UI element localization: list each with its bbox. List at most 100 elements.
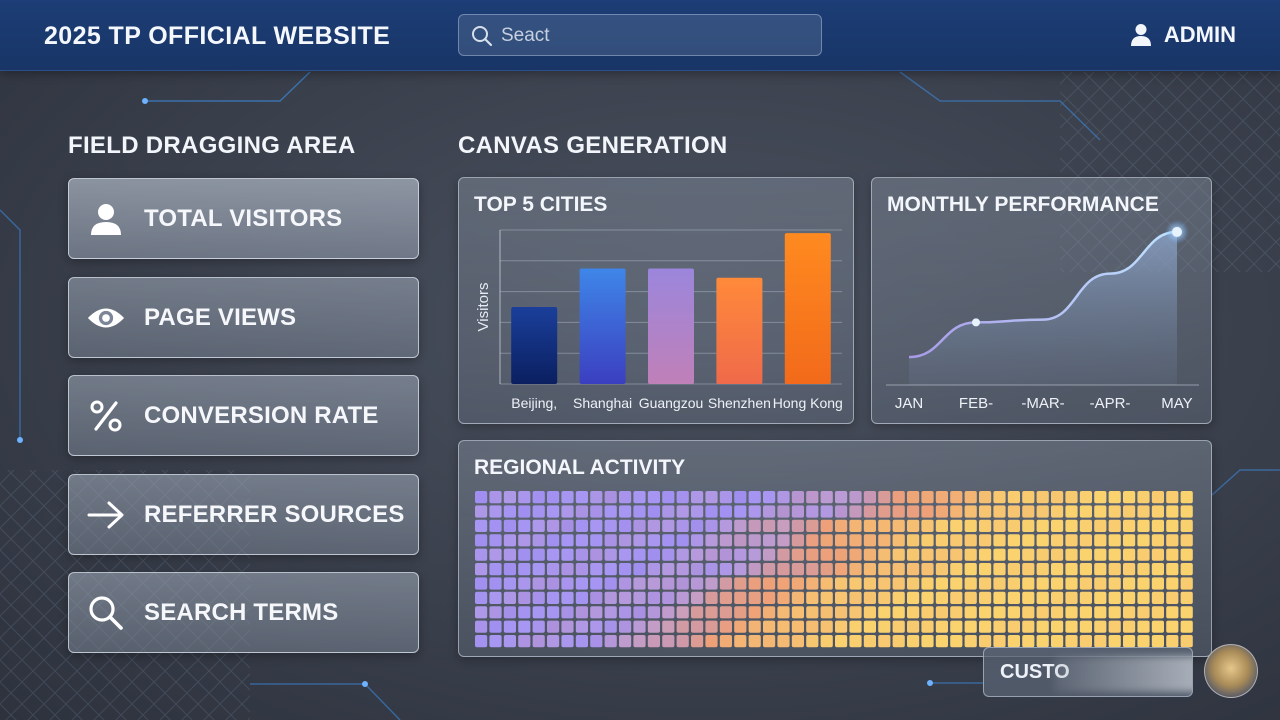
field-card-search-terms[interactable]: SEARCH TERMS <box>68 572 419 653</box>
heatmap-cell <box>820 635 833 648</box>
field-card-total-visitors[interactable]: TOTAL VISITORS <box>68 178 419 259</box>
heatmap-cell <box>734 519 747 532</box>
custom-button[interactable]: CUSTO <box>983 647 1193 697</box>
heatmap-cell <box>820 620 833 633</box>
heatmap-cell <box>1151 491 1164 504</box>
heatmap-cell <box>547 548 560 561</box>
heatmap-cell <box>547 620 560 633</box>
heatmap-cell <box>719 505 732 518</box>
heatmap-cell <box>590 577 603 590</box>
heatmap-cell <box>503 548 516 561</box>
heatmap-cell <box>547 534 560 547</box>
heatmap-cell <box>863 591 876 604</box>
heatmap-cell <box>575 606 588 619</box>
heatmap-cell <box>921 534 934 547</box>
field-card-page-views[interactable]: PAGE VIEWS <box>68 277 419 358</box>
heatmap-cell <box>633 620 646 633</box>
search-input[interactable] <box>501 23 801 49</box>
heatmap-cell <box>662 534 675 547</box>
heatmap-cell <box>619 620 632 633</box>
heatmap-cell <box>993 620 1006 633</box>
heatmap-cell <box>964 635 977 648</box>
top-cities-chart-panel[interactable]: TOP 5 CITIES Visitors Beijing, Shanghai Gua… <box>458 177 854 424</box>
heatmap-cell <box>1022 563 1035 576</box>
heatmap-cell <box>835 534 848 547</box>
heatmap-cell <box>1051 491 1064 504</box>
heatmap-cell <box>1166 591 1179 604</box>
monthly-performance-chart-panel[interactable]: MONTHLY PERFORMANCE JAN FEB- -MAR- -APR- MAY <box>871 177 1212 424</box>
heatmap-cell <box>503 606 516 619</box>
arrow-right-icon <box>86 495 126 535</box>
bar-shanghai[interactable] <box>579 268 626 385</box>
heatmap-cell <box>935 606 948 619</box>
bar-beijing[interactable] <box>511 307 558 384</box>
heatmap-cell <box>935 534 948 547</box>
heatmap-cell <box>1166 620 1179 633</box>
heatmap-cell <box>503 563 516 576</box>
heatmap-cell <box>763 548 776 561</box>
heatmap-cell <box>1180 491 1193 504</box>
heatmap-cell <box>849 563 862 576</box>
heatmap-cell <box>575 491 588 504</box>
heatmap-cell <box>1079 563 1092 576</box>
heatmap-cell <box>777 491 790 504</box>
heatmap-cell <box>518 491 531 504</box>
heatmap-cell <box>748 635 761 648</box>
heatmap-cell <box>1094 534 1107 547</box>
heatmap-cell <box>921 548 934 561</box>
heatmap-cell <box>993 563 1006 576</box>
heatmap-cell <box>676 548 689 561</box>
data-point-feb[interactable] <box>972 318 980 327</box>
field-card-referrer-sources[interactable]: REFERRER SOURCES <box>68 474 419 555</box>
data-point-may[interactable] <box>1172 226 1182 237</box>
heatmap-cell <box>791 620 804 633</box>
heatmap-cell <box>647 491 660 504</box>
search-icon <box>472 26 493 47</box>
heatmap-cell <box>676 563 689 576</box>
heatmap-cell <box>561 577 574 590</box>
x-tick-label: FEB- <box>959 395 993 412</box>
heatmap-cell <box>1166 563 1179 576</box>
heatmap-cell <box>676 620 689 633</box>
heatmap-cell <box>1051 505 1064 518</box>
heatmap-cell <box>921 505 934 518</box>
heatmap-cell <box>979 534 992 547</box>
bar-shenzhen[interactable] <box>716 277 763 384</box>
search-icon <box>86 593 126 633</box>
heatmap-cell <box>619 606 632 619</box>
heatmap-cell <box>964 577 977 590</box>
heatmap-cell <box>1079 591 1092 604</box>
bar-hongkong[interactable] <box>784 233 831 384</box>
field-card-conversion-rate[interactable]: CONVERSION RATE <box>68 375 419 456</box>
heatmap-cell <box>806 548 819 561</box>
heatmap-cell <box>748 591 761 604</box>
heatmap-cell <box>619 534 632 547</box>
heatmap-cell <box>1151 606 1164 619</box>
heatmap-cell <box>1094 591 1107 604</box>
regional-activity-panel[interactable]: REGIONAL ACTIVITY <box>458 440 1212 657</box>
heatmap-cell <box>1007 591 1020 604</box>
heatmap-cell <box>907 534 920 547</box>
site-title[interactable]: 2025 TP OFFICIAL WEBSITE <box>44 22 390 51</box>
heatmap-cell <box>475 635 488 648</box>
heatmap-cell <box>1123 606 1136 619</box>
heatmap-cell <box>950 591 963 604</box>
heatmap-cell <box>619 491 632 504</box>
heatmap-cell <box>719 591 732 604</box>
search-box[interactable] <box>458 14 822 56</box>
heatmap-cell <box>518 548 531 561</box>
bar-guangzou[interactable] <box>648 268 694 385</box>
heatmap-cell <box>791 563 804 576</box>
heatmap-cell <box>489 577 502 590</box>
floating-action-button[interactable] <box>1204 644 1258 698</box>
heatmap-cell <box>1166 606 1179 619</box>
heatmap-cell <box>647 534 660 547</box>
heatmap-cell <box>561 534 574 547</box>
heatmap-cell <box>705 606 718 619</box>
heatmap-cell <box>647 505 660 518</box>
admin-user-menu[interactable]: ADMIN <box>1130 22 1236 48</box>
heatmap-cell <box>547 563 560 576</box>
performance-area-fill <box>909 231 1177 385</box>
user-icon <box>1130 24 1151 46</box>
heatmap-cell <box>1123 519 1136 532</box>
